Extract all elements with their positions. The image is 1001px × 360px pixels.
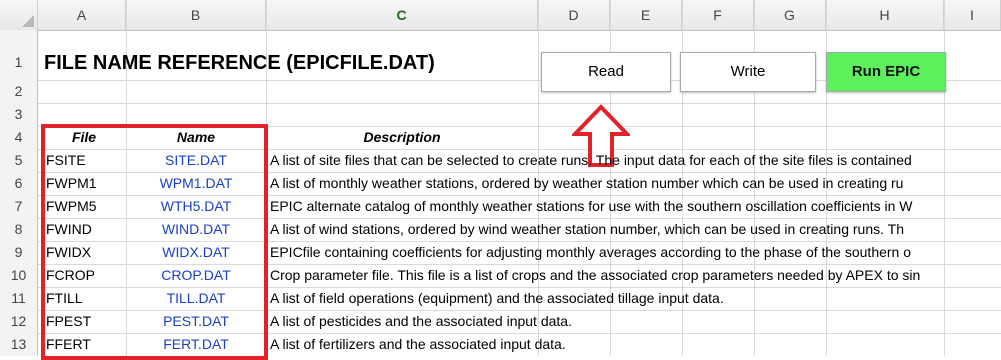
write-button[interactable]: Write: [680, 52, 816, 92]
row-header-2[interactable]: 2: [0, 80, 38, 103]
column-header-c[interactable]: C: [266, 0, 538, 30]
description-cell[interactable]: A list of fertilizers and the associated…: [266, 336, 1001, 352]
row-header-5[interactable]: 5: [0, 149, 38, 172]
row-header-11[interactable]: 11: [0, 287, 38, 310]
row-header-4[interactable]: 4: [0, 126, 38, 149]
row-header-3[interactable]: 3: [0, 103, 38, 126]
row-header-9[interactable]: 9: [0, 241, 38, 264]
spreadsheet: A B C D E F G H I 1 2 3 4 5 6 7 8 9 10 1…: [0, 0, 1001, 360]
row-header-6[interactable]: 6: [0, 172, 38, 195]
column-header-e[interactable]: E: [610, 0, 682, 30]
description-cell[interactable]: A list of pesticides and the associated …: [266, 313, 1001, 329]
row-header-7[interactable]: 7: [0, 195, 38, 218]
column-header-d[interactable]: D: [538, 0, 610, 30]
description-cell[interactable]: EPIC alternate catalog of monthly weathe…: [266, 198, 1001, 214]
description-cell[interactable]: A list of monthly weather stations, orde…: [266, 175, 1001, 191]
row-header-8[interactable]: 8: [0, 218, 38, 241]
description-cell[interactable]: EPICfile containing coefficients for adj…: [266, 244, 1001, 260]
column-header-b[interactable]: B: [126, 0, 266, 30]
read-button[interactable]: Read: [541, 52, 671, 92]
description-cell[interactable]: A list of wind stations, ordered by wind…: [266, 221, 1001, 237]
column-header-h[interactable]: H: [826, 0, 944, 30]
row-header-12[interactable]: 12: [0, 310, 38, 333]
run-epic-button[interactable]: Run EPIC: [826, 52, 946, 92]
select-all-corner[interactable]: [0, 0, 38, 30]
row-header-1[interactable]: 1: [0, 30, 38, 80]
description-cell[interactable]: A list of field operations (equipment) a…: [266, 290, 1001, 306]
column-header-g[interactable]: G: [754, 0, 826, 30]
row-header-13[interactable]: 13: [0, 333, 38, 356]
page-title[interactable]: FILE NAME REFERENCE (EPICFILE.DAT): [44, 52, 524, 75]
corner-triangle-icon: [22, 15, 34, 27]
row-header-10[interactable]: 10: [0, 264, 38, 287]
highlight-box: [41, 124, 268, 360]
column-header-f[interactable]: F: [682, 0, 754, 30]
column-header-i[interactable]: I: [944, 0, 1001, 30]
gridline: [0, 103, 1001, 104]
header-description[interactable]: Description: [268, 129, 536, 145]
description-cell[interactable]: Crop parameter file. This file is a list…: [266, 267, 1001, 283]
column-header-a[interactable]: A: [38, 0, 126, 30]
description-cell[interactable]: A list of site files that can be selecte…: [266, 152, 1001, 168]
